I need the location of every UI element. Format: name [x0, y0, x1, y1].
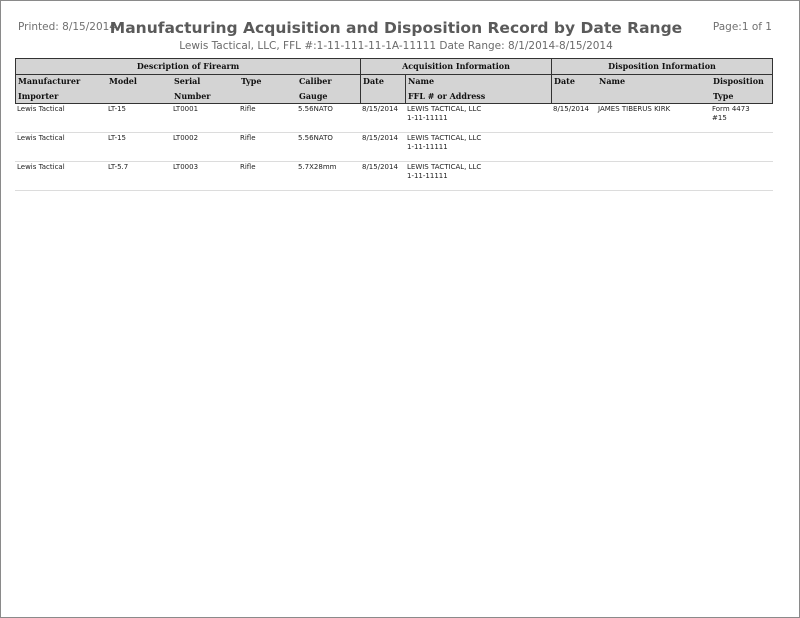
col-serial: Serial [174, 76, 201, 86]
col-acq-name: Name [408, 76, 435, 86]
cell-disp-type: #15 [712, 113, 727, 122]
col-acq-ffl: FFL # or Address [408, 91, 486, 101]
col-gauge: Gauge [299, 91, 328, 101]
cell-model: LT-15 [108, 105, 127, 113]
cell-acq-date: 8/15/2014 [362, 105, 398, 113]
col-disposition: Disposition [713, 76, 764, 86]
col-type: Type [241, 76, 262, 86]
cell-model: LT-15 [108, 134, 127, 142]
cell-caliber: 5.56NATO [298, 105, 333, 113]
report-title: Manufacturing Acquisition and Dispositio… [109, 19, 683, 37]
col-disp-name: Name [599, 76, 626, 86]
cell-acq-name: LEWIS TACTICAL, LLC [407, 105, 482, 113]
col-acq-date: Date [363, 76, 384, 86]
col-importer: Importer [18, 91, 59, 101]
cell-caliber: 5.56NATO [298, 134, 333, 142]
cell-type: Rifle [240, 134, 256, 142]
col-disp-type: Type [713, 91, 734, 101]
group-header-disposition: Disposition Information [552, 59, 772, 75]
cell-acq-ffl: 1-11-11111 [407, 113, 448, 122]
cell-manufacturer: Lewis Tactical [17, 134, 65, 142]
cell-caliber: 5.7X28mm [298, 163, 337, 171]
cell-acq-date: 8/15/2014 [362, 134, 398, 142]
table-row: Lewis Tactical LT-15 LT0002 Rifle 5.56NA… [15, 132, 773, 162]
group-header-description: Description of Firearm [16, 59, 360, 75]
cell-serial: LT0001 [173, 105, 199, 113]
table-header: Description of Firearm Acquisition Infor… [15, 58, 773, 104]
cell-acq-name: LEWIS TACTICAL, LLC [407, 134, 482, 142]
table-row: Lewis Tactical LT-5.7 LT0003 Rifle 5.7X2… [15, 161, 773, 191]
cell-disp-date: 8/15/2014 [553, 105, 589, 113]
column-divider [551, 59, 552, 103]
column-divider [360, 59, 361, 103]
cell-acq-date: 8/15/2014 [362, 163, 398, 171]
cell-acq-ffl: 1-11-11111 [407, 171, 448, 180]
cell-manufacturer: Lewis Tactical [17, 163, 65, 171]
report-subtitle: Lewis Tactical, LLC, FFL #:1-11-111-11-1… [179, 40, 613, 52]
cell-disp-name: JAMES TIBERUS KIRK [598, 105, 671, 113]
cell-model: LT-5.7 [108, 163, 129, 171]
cell-serial: LT0003 [173, 163, 199, 171]
group-header-acquisition: Acquisition Information [361, 59, 551, 75]
col-disp-date: Date [554, 76, 575, 86]
cell-serial: LT0002 [173, 134, 199, 142]
col-serial-number: Number [174, 91, 211, 101]
col-caliber: Caliber [299, 76, 332, 86]
col-model: Model [109, 76, 137, 86]
cell-type: Rifle [240, 163, 256, 171]
cell-disposition: Form 4473 [712, 105, 750, 113]
page-number: Page:1 of 1 [712, 21, 772, 33]
table-row: Lewis Tactical LT-15 LT0001 Rifle 5.56NA… [15, 103, 773, 133]
cell-manufacturer: Lewis Tactical [17, 105, 65, 113]
column-divider [405, 75, 406, 103]
cell-acq-ffl: 1-11-11111 [407, 142, 448, 151]
cell-type: Rifle [240, 105, 256, 113]
col-manufacturer: Manufacturer [18, 76, 81, 86]
cell-acq-name: LEWIS TACTICAL, LLC [407, 163, 482, 171]
